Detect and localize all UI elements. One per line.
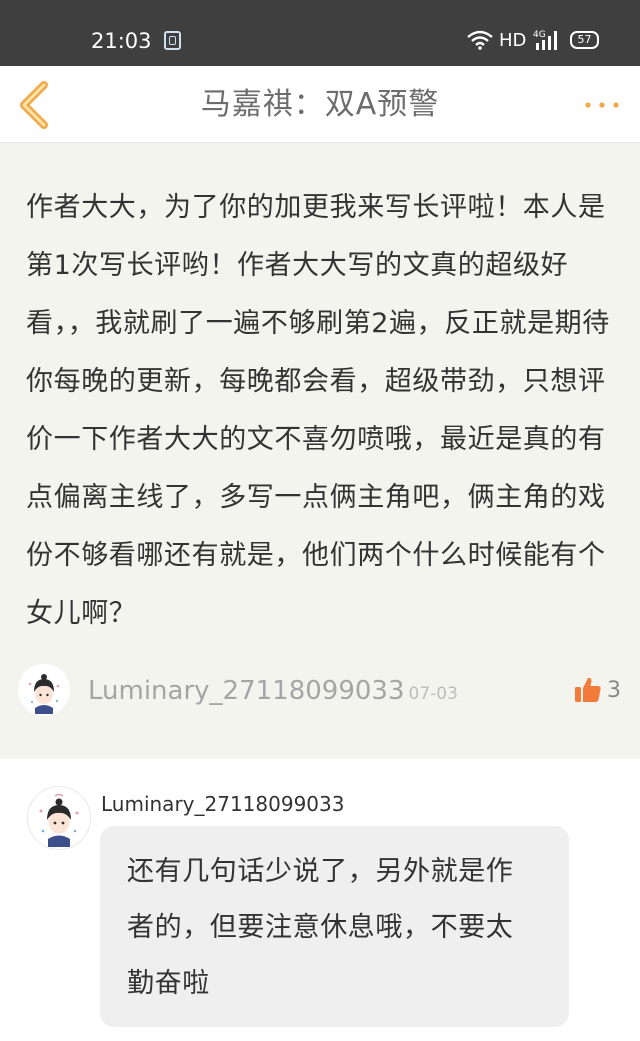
post-author-name[interactable]: Luminary_27118099033 07-03 — [88, 674, 458, 711]
top-navigation-bar: 马嘉祺：双A预警 — [0, 66, 640, 143]
long-review-post: 作者大大，为了你的加更我来写长评啦！本人是第1次写长评哟！作者大大写的文真的超级… — [0, 143, 640, 759]
post-date: 07-03 — [408, 684, 458, 704]
post-author-label: Luminary_27118099033 — [88, 676, 405, 706]
post-content: 作者大大，为了你的加更我来写长评啦！本人是第1次写长评哟！作者大大写的文真的超级… — [26, 192, 610, 629]
network-label: HD — [499, 30, 527, 51]
signal-icon: 4G — [533, 30, 557, 50]
avatar-illustration — [28, 787, 90, 849]
post-author-avatar[interactable] — [18, 664, 70, 716]
signal-type-label: 4G — [533, 30, 546, 40]
like-count: 3 — [607, 678, 621, 703]
status-bar: 21:03 HD 4G 57 — [0, 0, 640, 66]
reply-bubble: 还有几句话少说了，另外就是作者的，但要注意休息哦，不要太勤奋啦 — [100, 826, 569, 1027]
reply-content: 还有几句话少说了，另外就是作者的，但要注意休息哦，不要太勤奋啦 — [127, 856, 514, 999]
status-time: 21:03 — [91, 29, 152, 53]
app-notification-icon — [164, 31, 181, 50]
thumbs-up-icon[interactable] — [573, 675, 603, 705]
reply-author-avatar[interactable] — [27, 786, 91, 850]
more-options-button[interactable] — [582, 96, 622, 114]
wifi-icon — [467, 30, 493, 50]
avatar-illustration — [18, 664, 70, 716]
page-title: 马嘉祺：双A预警 — [200, 87, 440, 122]
battery-icon: 57 — [570, 31, 599, 49]
reply-author-name[interactable]: Luminary_27118099033 — [101, 790, 344, 818]
reply-section: Luminary_27118099033 还有几句话少说了，另外就是作者的，但要… — [0, 759, 640, 1041]
